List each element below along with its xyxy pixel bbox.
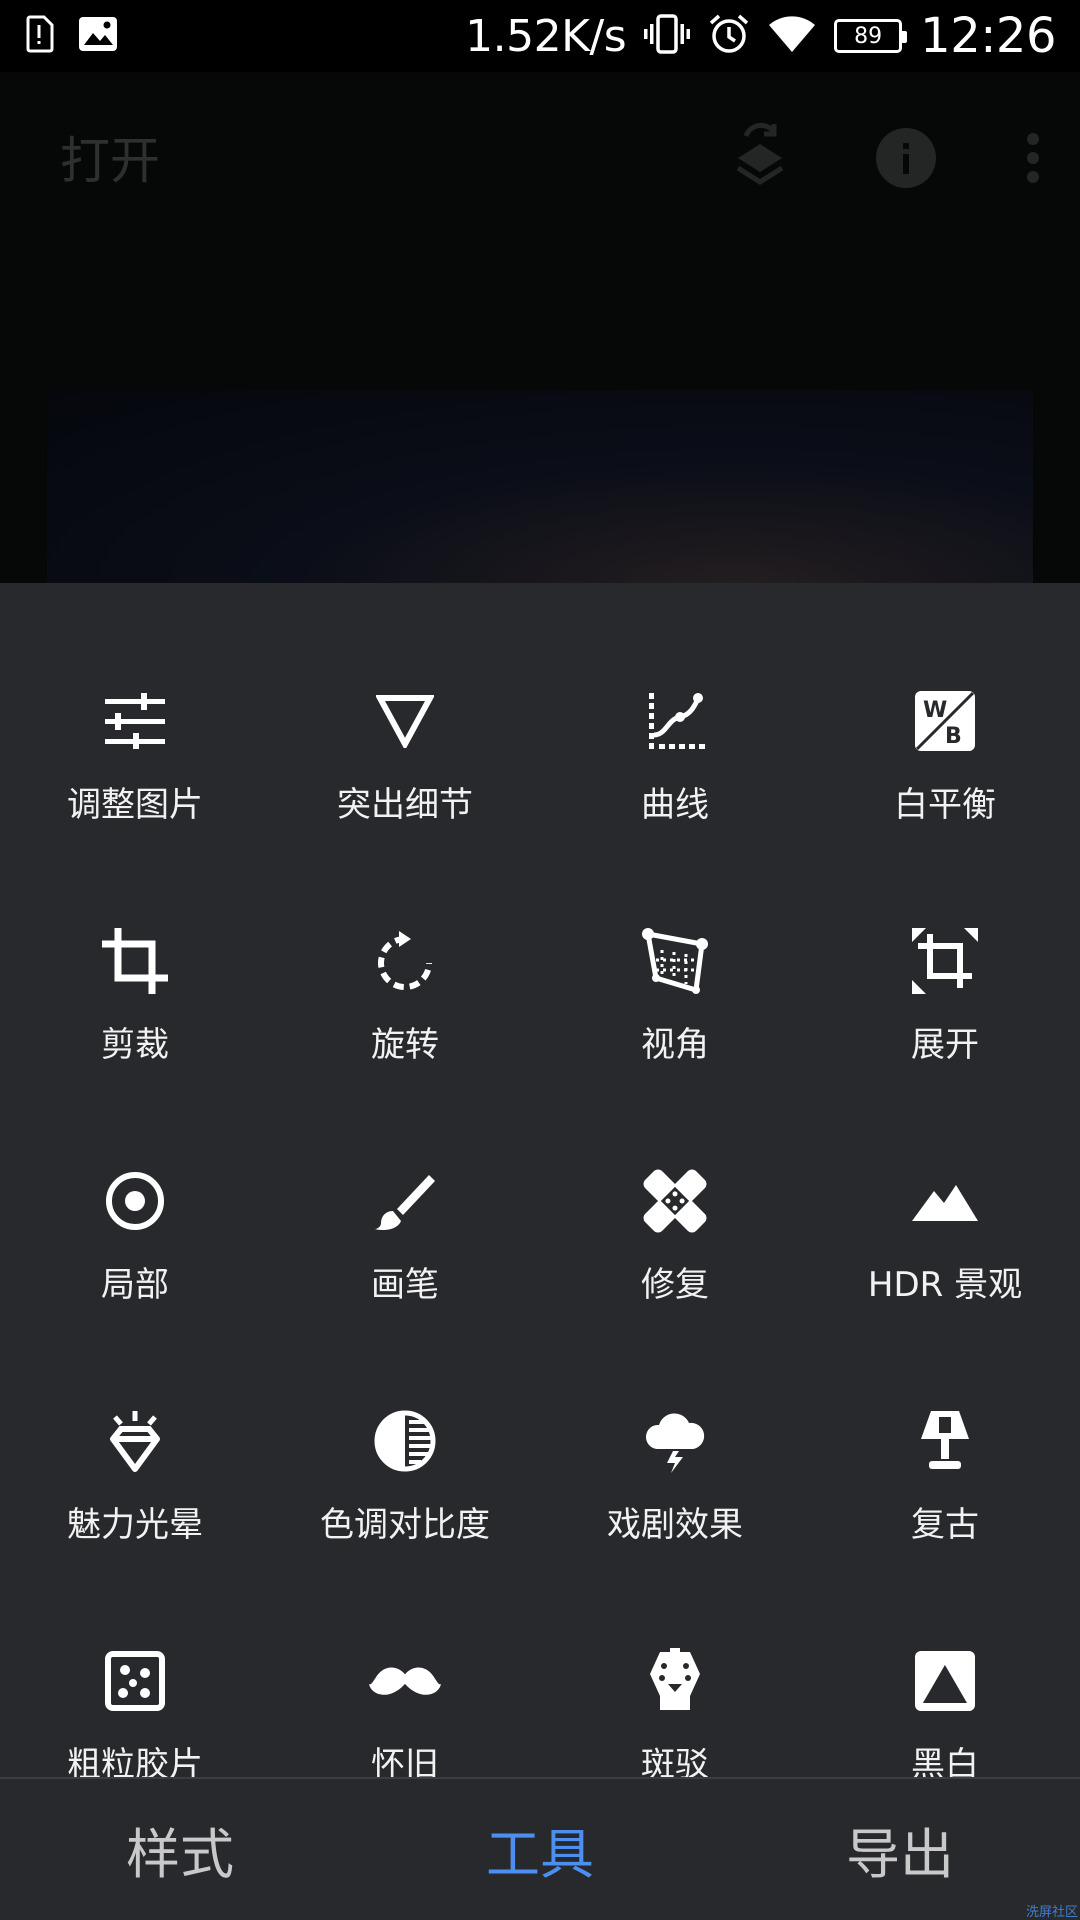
info-icon[interactable] xyxy=(876,128,936,192)
tool-tune[interactable]: 调整图片 xyxy=(0,685,270,925)
tool-label: 粗粒胶片 xyxy=(67,1745,203,1778)
svg-text:B: B xyxy=(945,724,962,749)
clock: 12:26 xyxy=(920,8,1056,64)
svg-text:W: W xyxy=(923,698,947,723)
tool-retrolux-mustache[interactable]: 怀旧 xyxy=(270,1645,540,1778)
battery-icon: 89 xyxy=(834,19,908,53)
tool-label: 调整图片 xyxy=(67,785,203,825)
tool-crop[interactable]: 剪裁 xyxy=(0,925,270,1165)
tool-label: 突出细节 xyxy=(337,785,473,825)
crop-icon xyxy=(99,925,171,997)
tool-expand[interactable]: 展开 xyxy=(810,925,1080,1165)
watermark: 洗屏社区 xyxy=(1025,1905,1078,1920)
network-speed: 1.52K/s xyxy=(465,10,627,62)
tab-export[interactable]: 导出 xyxy=(720,1810,1080,1889)
bottom-nav: 样式 工具 导出 洗屏社区 xyxy=(0,1779,1080,1920)
curves-icon xyxy=(639,685,711,757)
tool-hdr-mountain[interactable]: HDR 景观 xyxy=(810,1165,1080,1405)
tool-label: 旋转 xyxy=(371,1025,439,1065)
tool-curves[interactable]: 曲线 xyxy=(540,685,810,925)
tools-sheet: 调整图片 突出细节 曲线 W B 白平衡剪裁 旋转 视角 展开局部 画笔 修复 HDR 景观魅力光晕 色… xyxy=(0,583,1080,1778)
tool-label: 色调对比度 xyxy=(320,1505,490,1545)
tool-healing[interactable]: 修复 xyxy=(540,1165,810,1405)
tool-black-white[interactable]: 黑白 xyxy=(810,1645,1080,1778)
tool-glamour-glow[interactable]: 魅力光晕 xyxy=(0,1405,270,1645)
hdr-mountain-icon xyxy=(909,1165,981,1237)
details-triangle-icon xyxy=(369,685,441,757)
tool-perspective[interactable]: 视角 xyxy=(540,925,810,1165)
tool-details-triangle[interactable]: 突出细节 xyxy=(270,685,540,925)
alarm-icon xyxy=(708,13,750,59)
retrolux-mustache-icon xyxy=(369,1645,441,1717)
grunge-guitar-icon xyxy=(639,1645,711,1717)
tool-label: 戏剧效果 xyxy=(607,1505,743,1545)
tool-tonal-contrast[interactable]: 色调对比度 xyxy=(270,1405,540,1645)
tab-tools[interactable]: 工具 xyxy=(360,1810,720,1889)
rotate-icon xyxy=(369,925,441,997)
glamour-glow-icon xyxy=(99,1405,171,1477)
vibrate-icon xyxy=(644,14,691,58)
tool-vintage-lamp[interactable]: 复古 xyxy=(810,1405,1080,1645)
tool-label: 局部 xyxy=(101,1265,169,1305)
tool-drama[interactable]: 戏剧效果 xyxy=(540,1405,810,1645)
tool-label: 斑驳 xyxy=(641,1745,709,1778)
tool-brush[interactable]: 画笔 xyxy=(270,1165,540,1405)
tool-label: HDR 景观 xyxy=(867,1265,1023,1305)
tool-label: 展开 xyxy=(911,1025,979,1065)
expand-icon xyxy=(909,925,981,997)
perspective-icon xyxy=(639,925,711,997)
drama-icon xyxy=(639,1405,711,1477)
tune-icon xyxy=(99,685,171,757)
tool-label: 视角 xyxy=(641,1025,709,1065)
tool-rotate[interactable]: 旋转 xyxy=(270,925,540,1165)
image-icon xyxy=(78,16,118,56)
tool-label: 画笔 xyxy=(371,1265,439,1305)
tool-selective[interactable]: 局部 xyxy=(0,1165,270,1405)
alert-icon xyxy=(24,15,54,57)
white-balance-icon: WB xyxy=(909,685,981,757)
black-white-icon xyxy=(909,1645,981,1717)
tool-label: 曲线 xyxy=(641,785,709,825)
tool-label: 修复 xyxy=(641,1265,709,1305)
tool-label: 魅力光晕 xyxy=(67,1505,203,1545)
battery-level: 89 xyxy=(854,23,883,49)
open-button[interactable]: 打开 xyxy=(60,121,160,193)
more-vert-icon[interactable] xyxy=(1026,133,1040,187)
status-bar: 1.52K/s 89 12:26 xyxy=(0,0,1080,72)
app-bar: 打开 xyxy=(0,72,1080,242)
tool-label: 白平衡 xyxy=(894,785,996,825)
grainy-film-icon xyxy=(99,1645,171,1717)
tool-label: 黑白 xyxy=(911,1745,979,1778)
tool-label: 怀旧 xyxy=(371,1745,439,1778)
tool-grainy-film[interactable]: 粗粒胶片 xyxy=(0,1645,270,1778)
tool-white-balance[interactable]: W B 白平衡 xyxy=(810,685,1080,925)
photo-preview[interactable] xyxy=(47,390,1033,590)
tools-grid: 调整图片 突出细节 曲线 W B 白平衡剪裁 旋转 视角 展开局部 画笔 修复 HDR 景观魅力光晕 色… xyxy=(0,685,1080,1778)
wifi-icon xyxy=(768,14,816,58)
healing-icon xyxy=(639,1165,711,1237)
selective-icon xyxy=(99,1165,171,1237)
tab-styles[interactable]: 样式 xyxy=(0,1810,360,1889)
tonal-contrast-icon xyxy=(369,1405,441,1477)
tool-grunge-guitar[interactable]: 斑驳 xyxy=(540,1645,810,1778)
screen: 1.52K/s 89 12:26 打开 调整图片 突出细节 曲线 W B 白平衡… xyxy=(0,0,1080,1920)
tool-label: 剪裁 xyxy=(101,1025,169,1065)
brush-icon xyxy=(369,1165,441,1237)
tool-label: 复古 xyxy=(911,1505,979,1545)
layers-undo-icon[interactable] xyxy=(734,122,786,198)
vintage-lamp-icon xyxy=(909,1405,981,1477)
